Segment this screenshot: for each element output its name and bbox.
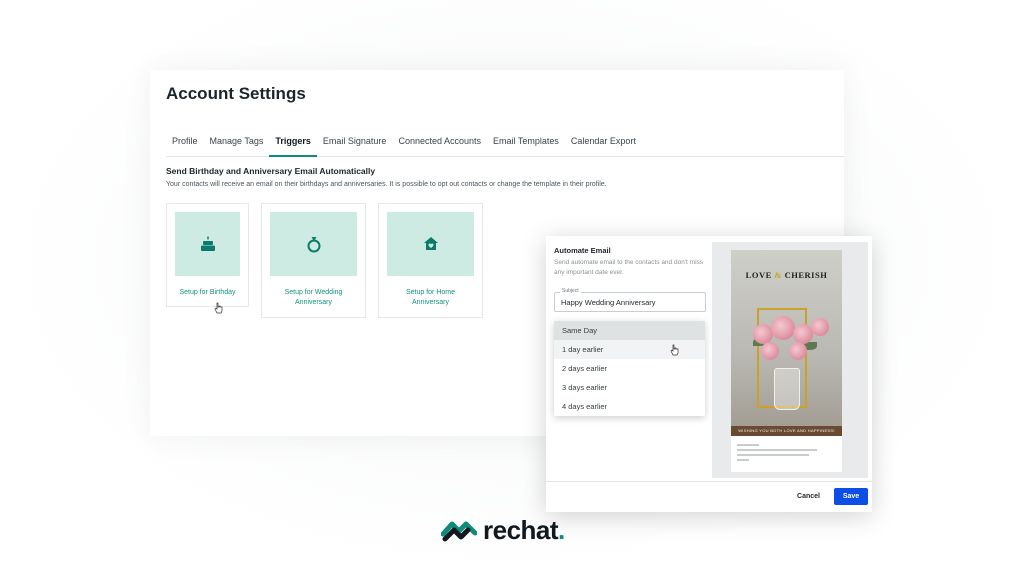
vase: [774, 368, 800, 410]
rechat-logo-icon: [441, 521, 477, 542]
modal-description: Send automate email to the contacts and …: [554, 259, 704, 276]
flowers-photo: LOVE & CHERISH: [731, 250, 842, 426]
timing-option-same-day[interactable]: Same Day: [554, 321, 705, 340]
timing-option-1-day[interactable]: 1 day earlier: [554, 340, 705, 359]
home-thumbnail: [387, 212, 474, 276]
save-button[interactable]: Save: [834, 488, 868, 505]
wedding-card-label-line2: Anniversary: [295, 299, 332, 306]
tab-manage-tags[interactable]: Manage Tags: [204, 132, 270, 155]
home-anniversary-trigger-card[interactable]: Setup for Home Anniversary: [378, 203, 483, 318]
section-description: Your contacts will receive an email on t…: [166, 181, 607, 188]
email-preview: LOVE & CHERISH WISHING YOU BOTH LOVE AND…: [712, 242, 868, 478]
timing-option-1-day-label: 1 day earlier: [562, 345, 604, 354]
timing-option-2-days[interactable]: 2 days earlier: [554, 359, 705, 378]
ring-icon: [307, 237, 320, 253]
timing-option-3-days[interactable]: 3 days earlier: [554, 378, 705, 397]
modal-title: Automate Email: [554, 246, 611, 255]
tab-connected-accounts[interactable]: Connected Accounts: [392, 132, 487, 155]
wedding-anniversary-trigger-card[interactable]: Setup for Wedding Anniversary: [261, 203, 366, 318]
birthday-card-label: Setup for Birthday: [179, 289, 236, 296]
automate-email-modal: Automate Email Send automate email to th…: [546, 236, 872, 512]
subject-field: Subject: [554, 288, 706, 312]
hand-cursor-icon: [214, 302, 223, 314]
cake-icon: [200, 236, 215, 251]
preview-heading: LOVE & CHERISH: [745, 270, 828, 280]
settings-tabs: Profile Manage Tags Triggers Email Signa…: [166, 132, 844, 157]
section-title: Send Birthday and Anniversary Email Auto…: [166, 166, 376, 176]
subject-input[interactable]: [555, 293, 701, 311]
timing-dropdown: Same Day 1 day earlier 2 days earlier 3 …: [554, 321, 705, 416]
preview-banner: WISHING YOU BOTH LOVE AND HAPPINESS!: [731, 426, 842, 436]
email-template-preview: LOVE & CHERISH WISHING YOU BOTH LOVE AND…: [731, 250, 842, 472]
home-icon: [423, 237, 438, 250]
home-card-label-line2: Anniversary: [412, 299, 449, 306]
tab-calendar-export[interactable]: Calendar Export: [565, 132, 642, 155]
tab-triggers[interactable]: Triggers: [269, 132, 317, 157]
tab-email-templates[interactable]: Email Templates: [487, 132, 565, 155]
preview-body-text: [737, 444, 836, 464]
cancel-button[interactable]: Cancel: [793, 491, 824, 502]
birthday-trigger-card[interactable]: Setup for Birthday: [166, 203, 249, 307]
tab-profile[interactable]: Profile: [166, 132, 204, 155]
wedding-card-label-line1: Setup for Wedding: [284, 289, 343, 296]
home-card-label-line1: Setup for Home: [405, 289, 456, 296]
tab-email-signature[interactable]: Email Signature: [317, 132, 393, 155]
page-title: Account Settings: [166, 84, 306, 103]
wedding-thumbnail: [270, 212, 357, 276]
hand-cursor-icon: [670, 344, 679, 356]
modal-footer: Cancel Save: [546, 481, 872, 512]
birthday-thumbnail: [175, 212, 240, 276]
timing-option-4-days[interactable]: 4 days earlier: [554, 397, 705, 416]
rechat-logo: rechat.: [441, 512, 565, 548]
rechat-wordmark: rechat.: [483, 514, 565, 545]
